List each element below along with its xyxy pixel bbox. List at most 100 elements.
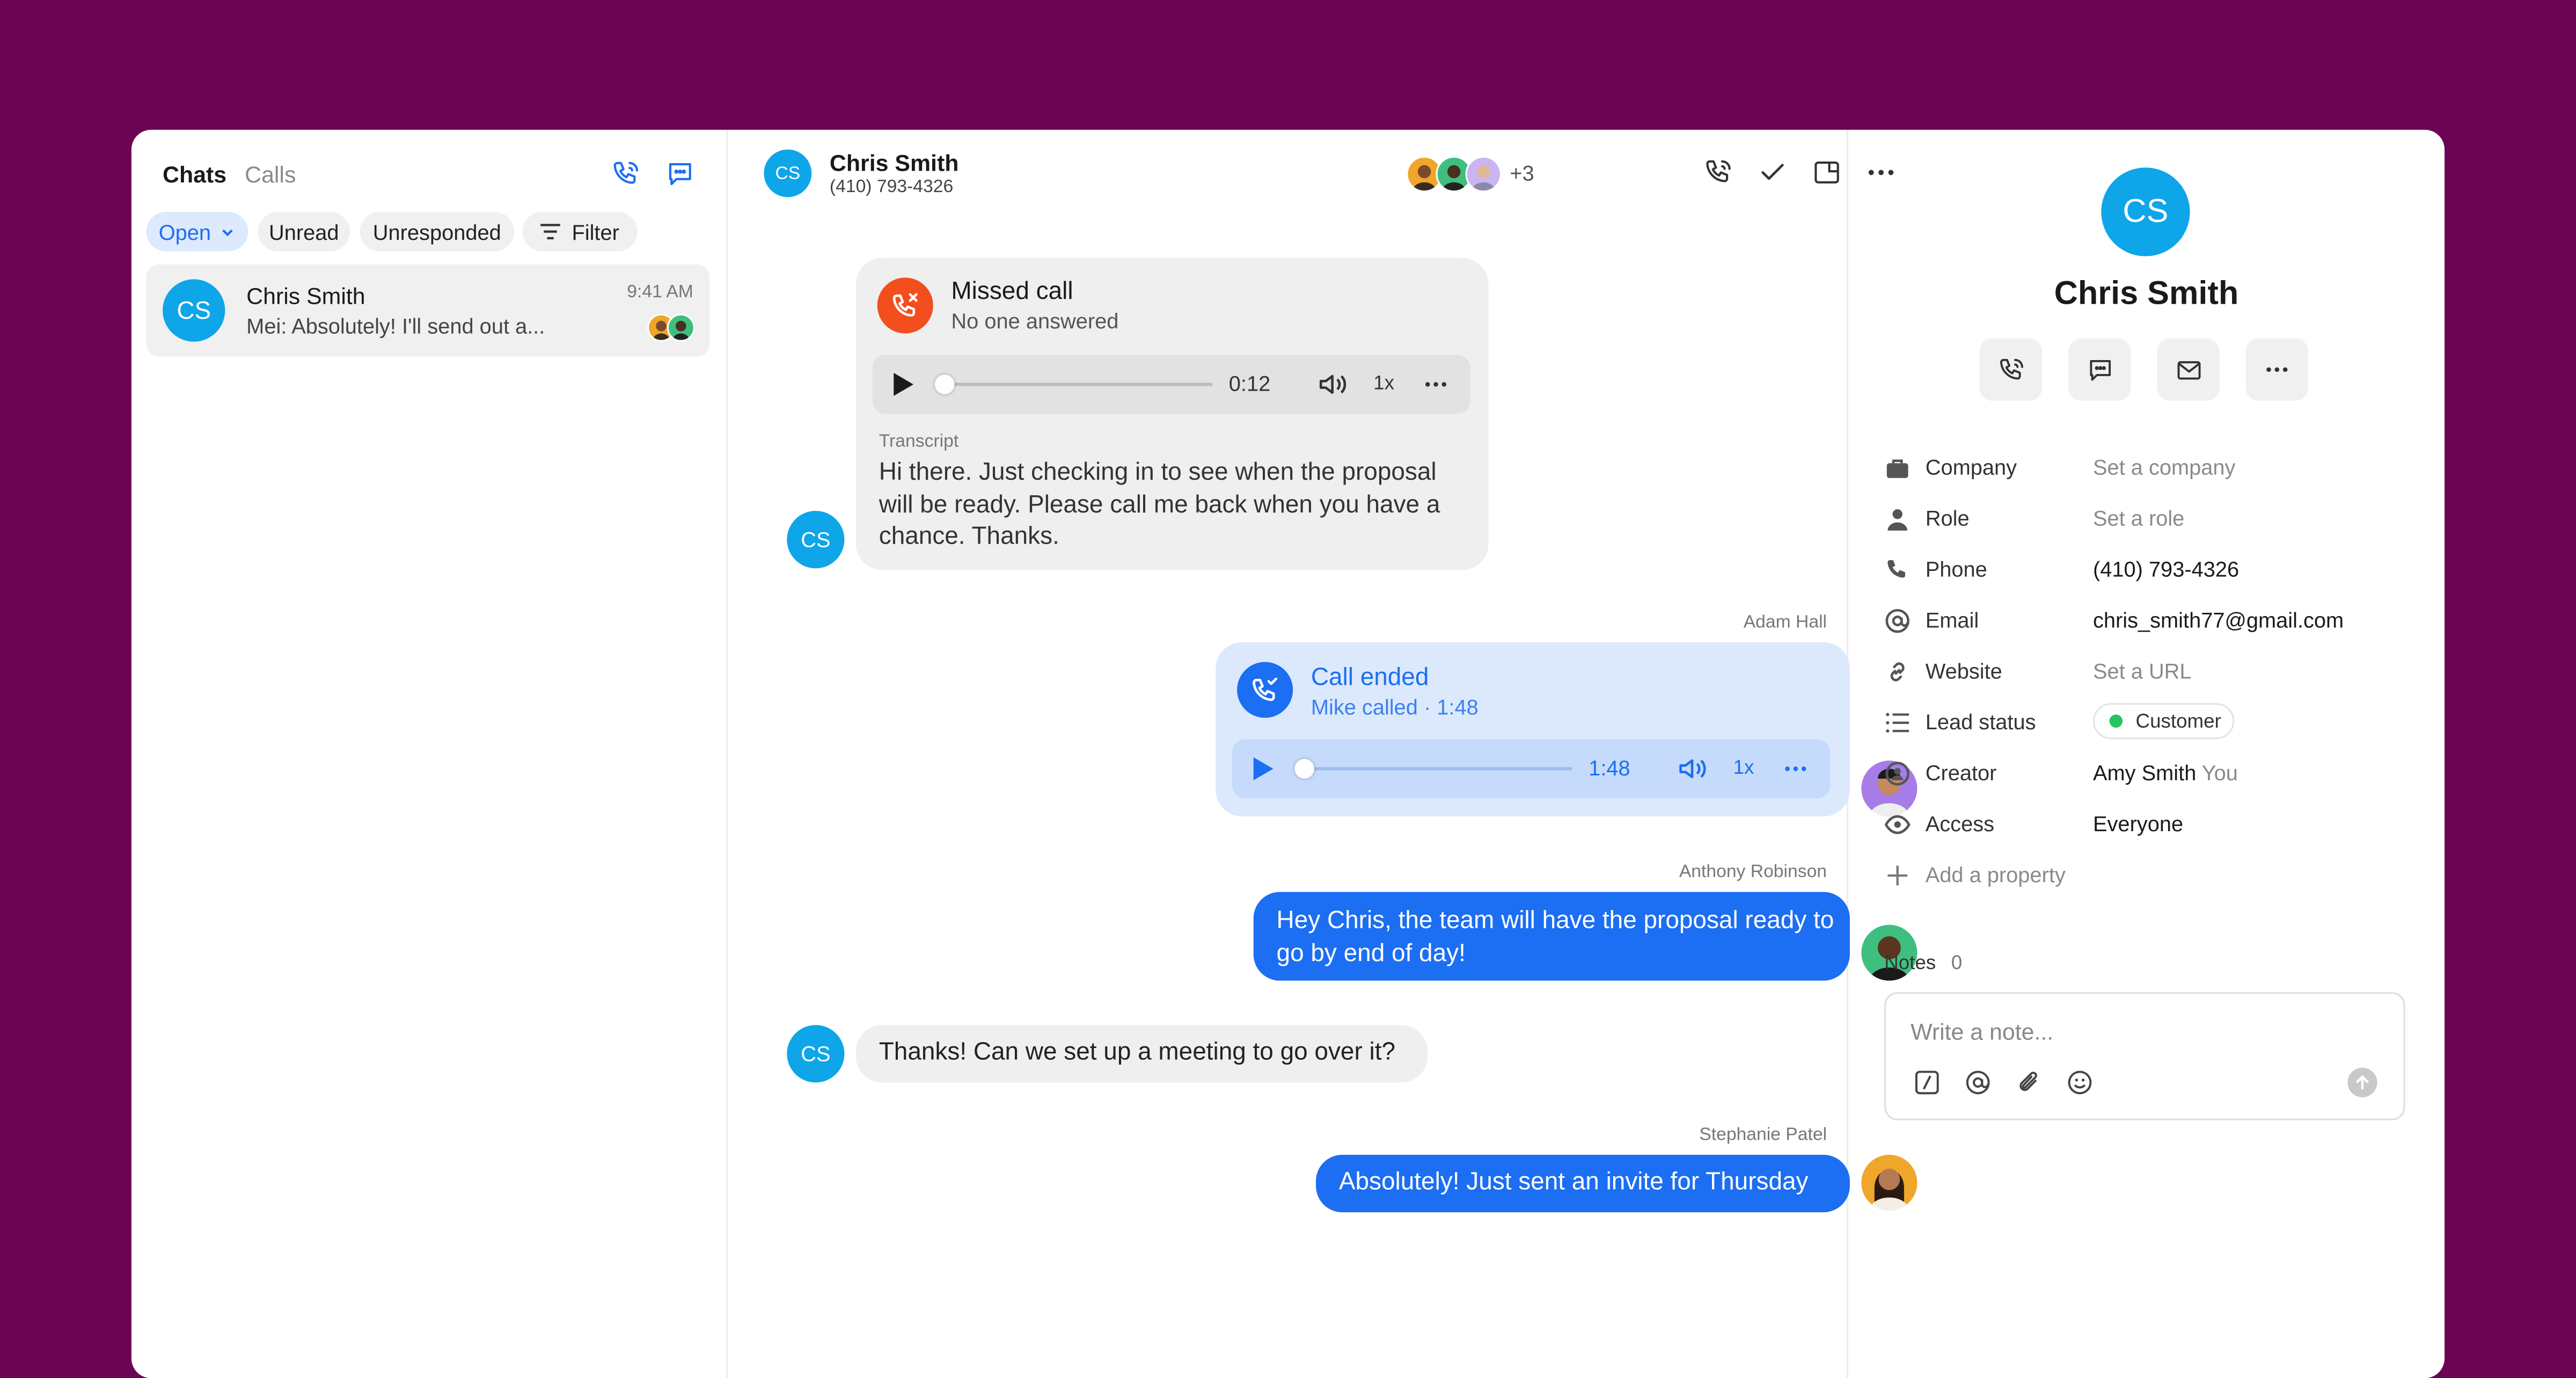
property-phone[interactable]: Phone (410) 793-4326 — [1884, 554, 2410, 587]
avatar: CS — [163, 279, 225, 342]
new-call-icon[interactable] — [610, 158, 642, 190]
property-value: Set a URL — [2092, 658, 2192, 684]
emoji-icon[interactable] — [2065, 1068, 2095, 1097]
property-creator[interactable]: Creator Amy Smith You — [1884, 757, 2410, 790]
participant-avatar — [1465, 156, 1502, 193]
property-label: Company — [1925, 455, 2017, 480]
call-icon[interactable] — [1702, 156, 1735, 189]
more-actions-button[interactable] — [2245, 338, 2308, 401]
property-lead-status[interactable]: Lead status Customer — [1884, 703, 2410, 739]
missed-call-icon — [877, 277, 933, 334]
audio-more-icon[interactable] — [1421, 370, 1451, 399]
list-icon — [1886, 713, 1909, 733]
property-value: chris_smith77@gmail.com — [2092, 607, 2344, 633]
creator-icon — [1885, 761, 1909, 786]
sender-name: Adam Hall — [1743, 612, 1827, 633]
property-email[interactable]: Email chris_smith77@gmail.com — [1884, 605, 2410, 637]
play-icon[interactable] — [889, 370, 918, 399]
tab-calls[interactable]: Calls — [245, 161, 296, 187]
phone-icon — [1999, 358, 2023, 379]
send-icon[interactable] — [2347, 1067, 2377, 1097]
property-label: Phone — [1925, 556, 1987, 582]
call-ended-card: Call ended Mike called · 1:48 1:48 1x — [1216, 642, 1850, 817]
audio-player: 1:48 1x — [1232, 739, 1831, 798]
audio-more-icon[interactable] — [1781, 754, 1810, 783]
property-role[interactable]: Role Set a role — [1884, 503, 2410, 536]
mention-icon[interactable] — [1963, 1068, 1993, 1097]
attachment-icon[interactable] — [2014, 1068, 2044, 1097]
link-icon — [1890, 662, 1905, 681]
notes-label: Notes 0 — [1884, 951, 1962, 974]
filter-unresponded[interactable]: Unresponded — [360, 211, 515, 252]
call-button[interactable] — [1979, 338, 2043, 401]
check-icon[interactable] — [1756, 156, 1789, 189]
transcript-text: Hi there. Just checking in to see when t… — [879, 458, 1440, 551]
property-label: Creator — [1925, 760, 1997, 786]
conversation-name: Chris Smith — [246, 282, 365, 309]
property-label: Website — [1925, 658, 2002, 684]
conversation-preview: Mei: Absolutely! I'll send out a... — [246, 313, 545, 339]
status-badge[interactable]: Customer — [2092, 703, 2235, 739]
conversation-sidebar: Chats Calls Open Unread Unresponded Filt… — [131, 129, 728, 1378]
briefcase-icon — [1886, 459, 1908, 478]
slash-command-icon[interactable] — [1912, 1068, 1942, 1097]
new-message-icon[interactable] — [664, 158, 697, 190]
call-ended-subtitle: Mike called · 1:48 — [1311, 694, 1479, 720]
notes-count: 0 — [1951, 951, 1963, 974]
conversation-panel: CS Chris Smith (410) 793-4326 +3 Missed … — [728, 129, 1918, 1378]
property-access[interactable]: Access Everyone — [1884, 808, 2410, 841]
more-icon — [2266, 367, 2288, 372]
message-button[interactable] — [2068, 338, 2131, 401]
side-panel-icon[interactable] — [1810, 156, 1843, 189]
property-label: Role — [1925, 505, 1970, 531]
property-company[interactable]: Company Set a company — [1884, 452, 2410, 485]
notes-title: Notes — [1884, 951, 1936, 974]
play-icon[interactable] — [1249, 754, 1278, 783]
audio-player: 0:12 1x — [872, 355, 1470, 414]
participants-more[interactable]: +3 — [1510, 161, 1534, 186]
volume-icon[interactable] — [1316, 370, 1349, 399]
message-text: Thanks! Can we set up a meeting to go ov… — [879, 1038, 1396, 1066]
add-property-button[interactable]: Add a property — [1884, 859, 2410, 892]
filter-button[interactable]: Filter — [522, 211, 638, 252]
missed-call-card: Missed call No one answered 0:12 1x Tran… — [855, 258, 1489, 570]
filter-unread[interactable]: Unread — [258, 211, 350, 252]
audio-progress-track[interactable] — [1294, 767, 1572, 771]
audio-progress-handle[interactable] — [1294, 759, 1314, 779]
audio-duration: 1:48 — [1589, 756, 1630, 781]
creator-name: Amy Smith — [2092, 760, 2197, 786]
header-phone: (410) 793-4326 — [829, 177, 954, 197]
mail-icon — [2177, 360, 2200, 379]
playback-speed[interactable]: 1x — [1373, 371, 1394, 394]
filter-open-dropdown[interactable]: Open — [146, 211, 248, 252]
property-website[interactable]: Website Set a URL — [1884, 655, 2410, 688]
playback-speed[interactable]: 1x — [1733, 756, 1754, 779]
property-value: Amy Smith You — [2093, 760, 2238, 785]
message-text: Hey Chris, the team will have the propos… — [1276, 906, 1834, 967]
participant-avatar — [667, 313, 695, 342]
outgoing-message: Absolutely! Just sent an invite for Thur… — [1316, 1155, 1850, 1213]
header-avatar: CS — [764, 149, 812, 197]
app-window: Chats Calls Open Unread Unresponded Filt… — [131, 129, 2445, 1378]
missed-call-title: Missed call — [951, 277, 1073, 306]
creator-you: You — [2201, 760, 2238, 786]
email-button[interactable] — [2157, 338, 2220, 401]
contact-avatar: CS — [787, 1025, 845, 1083]
header-name: Chris Smith — [829, 149, 959, 176]
person-icon — [1887, 509, 1908, 531]
chat-icon — [2089, 359, 2110, 380]
contact-avatar: CS — [787, 511, 845, 569]
volume-icon[interactable] — [1675, 754, 1708, 783]
audio-progress-track[interactable] — [934, 383, 1213, 386]
conversation-item[interactable]: CS Chris Smith 9:41 AM Mei: Absolutely! … — [146, 264, 710, 357]
tab-chats[interactable]: Chats — [163, 161, 226, 187]
note-composer: Write a note... — [1884, 992, 2405, 1120]
filter-open-label: Open — [158, 219, 211, 244]
status-dot — [2109, 714, 2123, 728]
property-label: Email — [1925, 607, 1979, 633]
audio-progress-handle[interactable] — [934, 374, 955, 394]
contact-name: Chris Smith — [2054, 276, 2239, 312]
chevron-down-icon — [223, 229, 233, 236]
note-input[interactable]: Write a note... — [1911, 1018, 2053, 1045]
contact-panel: CS Chris Smith Company Set a company Rol… — [1848, 130, 2445, 1378]
